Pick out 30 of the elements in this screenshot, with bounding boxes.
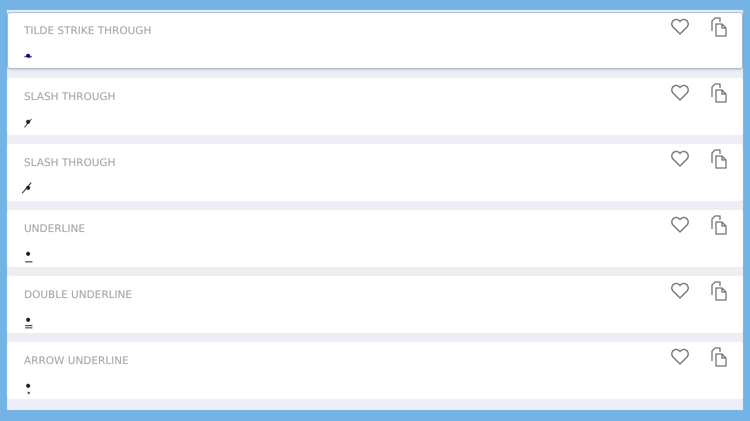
heart-icon[interactable] [670,282,690,300]
copy-icon[interactable] [710,347,728,367]
copy-icon[interactable] [710,215,728,235]
heart-icon[interactable] [670,84,690,102]
style-card[interactable]: DOUBLE UNDERLINE •̳ [7,276,743,333]
sample-text: •̴ [24,48,32,66]
style-card[interactable]: ARROW UNDERLINE •͎ [7,342,743,399]
sample-text: •͎ [24,378,32,396]
style-label: ARROW UNDERLINE [24,355,129,367]
sample-text: •̳ [24,312,32,330]
sample-text: •̲ [24,246,32,264]
style-label: DOUBLE UNDERLINE [24,289,132,301]
style-label: SLASH THROUGH [24,91,116,103]
style-card[interactable]: TILDE STRIKE THROUGH •̴ [7,12,743,69]
copy-icon[interactable] [710,281,728,301]
heart-icon[interactable] [670,216,690,234]
style-card[interactable]: UNDERLINE •̲ [7,210,743,267]
sample-text: •̸ [24,180,32,198]
heart-icon[interactable] [670,348,690,366]
style-label: UNDERLINE [24,223,85,235]
style-card[interactable]: SLASH THROUGH •̷ [7,78,743,135]
copy-icon[interactable] [710,83,728,103]
style-card[interactable]: SLASH THROUGH •̸ [7,144,743,201]
heart-icon[interactable] [670,18,690,36]
copy-icon[interactable] [710,17,728,37]
sample-text: •̷ [24,114,32,132]
heart-icon[interactable] [670,150,690,168]
copy-icon[interactable] [710,149,728,169]
style-label: TILDE STRIKE THROUGH [24,25,152,37]
style-label: SLASH THROUGH [24,157,116,169]
